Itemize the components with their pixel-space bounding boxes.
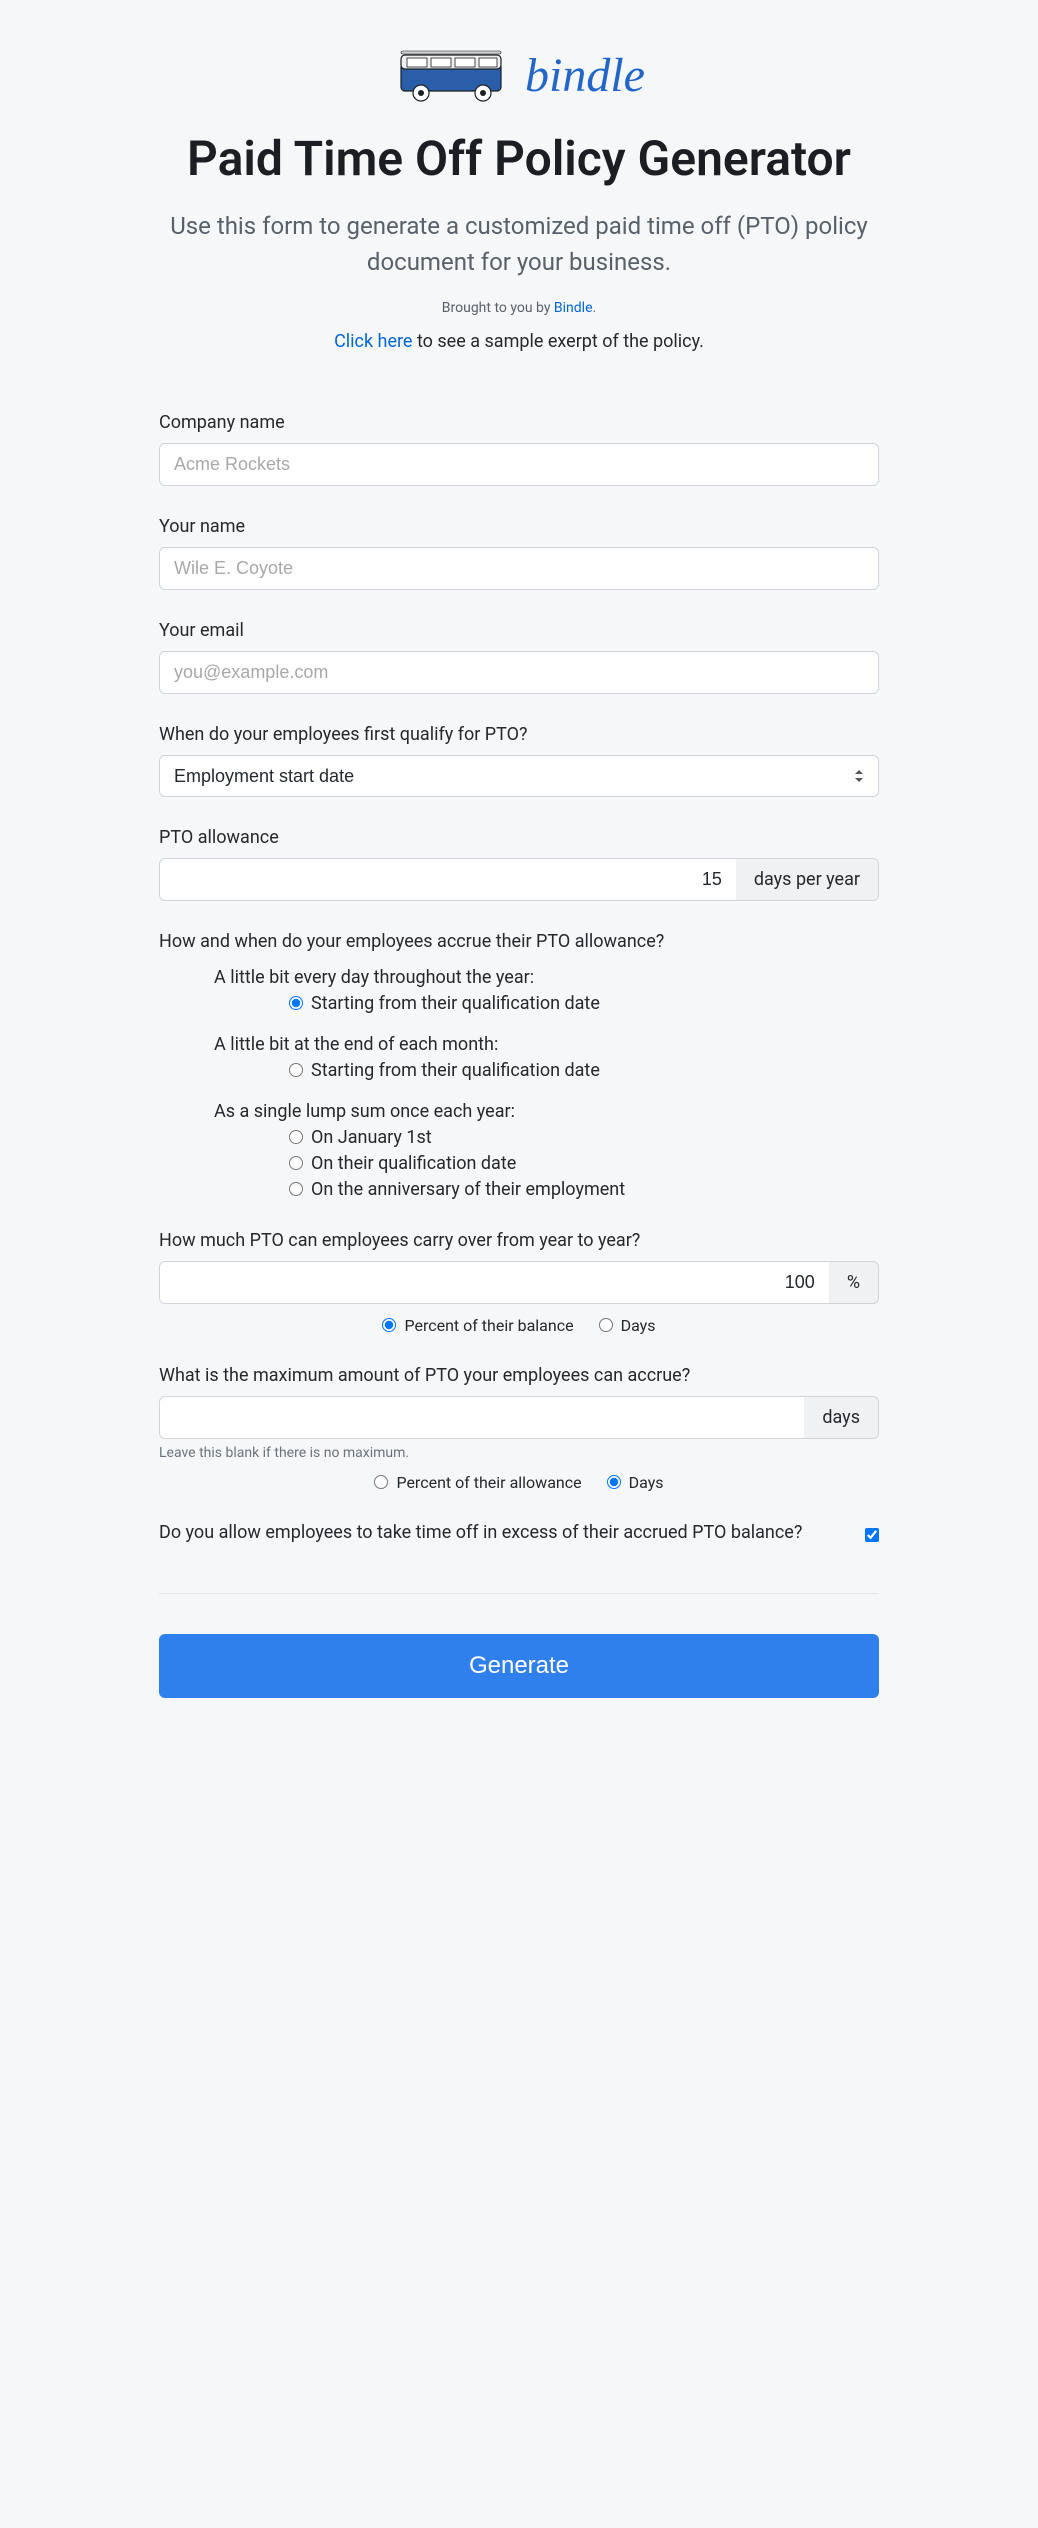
carryover-input[interactable] <box>159 1261 829 1304</box>
maxaccrue-input[interactable] <box>159 1396 804 1439</box>
maxaccrue-days-label[interactable]: Days <box>629 1473 664 1492</box>
carryover-unit: % <box>829 1261 879 1304</box>
accrue-monthly-qual-label[interactable]: Starting from their qualification date <box>311 1060 600 1081</box>
allowance-label: PTO allowance <box>159 827 879 848</box>
brand-logo: bindle <box>159 40 879 110</box>
maxaccrue-label: What is the maximum amount of PTO your e… <box>159 1365 879 1386</box>
van-icon <box>393 40 513 110</box>
allowance-unit: days per year <box>736 858 879 901</box>
accrue-monthly-qual-radio[interactable] <box>289 1063 303 1077</box>
qualify-label: When do your employees first qualify for… <box>159 724 879 745</box>
maxaccrue-unit: days <box>804 1396 879 1439</box>
carryover-percent-label[interactable]: Percent of their balance <box>404 1316 573 1335</box>
company-name-input[interactable] <box>159 443 879 486</box>
accrue-heading-lump: As a single lump sum once each year: <box>214 1101 879 1122</box>
excess-label: Do you allow employees to take time off … <box>159 1522 845 1543</box>
maxaccrue-percent-radio[interactable] <box>374 1475 388 1489</box>
accrue-heading-monthly: A little bit at the end of each month: <box>214 1034 879 1055</box>
accrue-daily-qual-radio[interactable] <box>289 996 303 1010</box>
maxaccrue-days-radio[interactable] <box>607 1475 621 1489</box>
excess-checkbox[interactable] <box>865 1528 879 1542</box>
carryover-percent-radio[interactable] <box>382 1318 396 1332</box>
maxaccrue-percent-label[interactable]: Percent of their allowance <box>396 1473 581 1492</box>
accrue-label: How and when do your employees accrue th… <box>159 931 879 952</box>
brought-by: Brought to you by Bindle. <box>159 300 879 316</box>
accrue-lump-anniv-radio[interactable] <box>289 1182 303 1196</box>
carryover-days-radio[interactable] <box>599 1318 613 1332</box>
accrue-lump-jan1-label[interactable]: On January 1st <box>311 1127 432 1148</box>
allowance-input[interactable] <box>159 858 736 901</box>
carryover-days-label[interactable]: Days <box>621 1316 656 1335</box>
divider <box>159 1593 879 1594</box>
generate-button[interactable]: Generate <box>159 1634 879 1698</box>
your-name-label: Your name <box>159 516 879 537</box>
your-email-input[interactable] <box>159 651 879 694</box>
your-name-input[interactable] <box>159 547 879 590</box>
accrue-lump-jan1-radio[interactable] <box>289 1130 303 1144</box>
company-name-label: Company name <box>159 412 879 433</box>
accrue-lump-qual-radio[interactable] <box>289 1156 303 1170</box>
bindle-link[interactable]: Bindle <box>554 300 593 316</box>
page-title: Paid Time Off Policy Generator <box>159 130 879 188</box>
accrue-daily-qual-label[interactable]: Starting from their qualification date <box>311 993 600 1014</box>
accrue-heading-daily: A little bit every day throughout the ye… <box>214 967 879 988</box>
your-email-label: Your email <box>159 620 879 641</box>
maxaccrue-help: Leave this blank if there is no maximum. <box>159 1445 879 1461</box>
carryover-label: How much PTO can employees carry over fr… <box>159 1230 879 1251</box>
sample-link[interactable]: Click here <box>334 331 412 352</box>
accrue-lump-qual-label[interactable]: On their qualification date <box>311 1153 516 1174</box>
brand-text: bindle <box>525 48 645 103</box>
qualify-select[interactable]: Employment start date <box>159 755 879 797</box>
page-subtitle: Use this form to generate a customized p… <box>159 208 879 280</box>
sample-line: Click here to see a sample exerpt of the… <box>159 331 879 352</box>
accrue-lump-anniv-label[interactable]: On the anniversary of their employment <box>311 1179 625 1200</box>
